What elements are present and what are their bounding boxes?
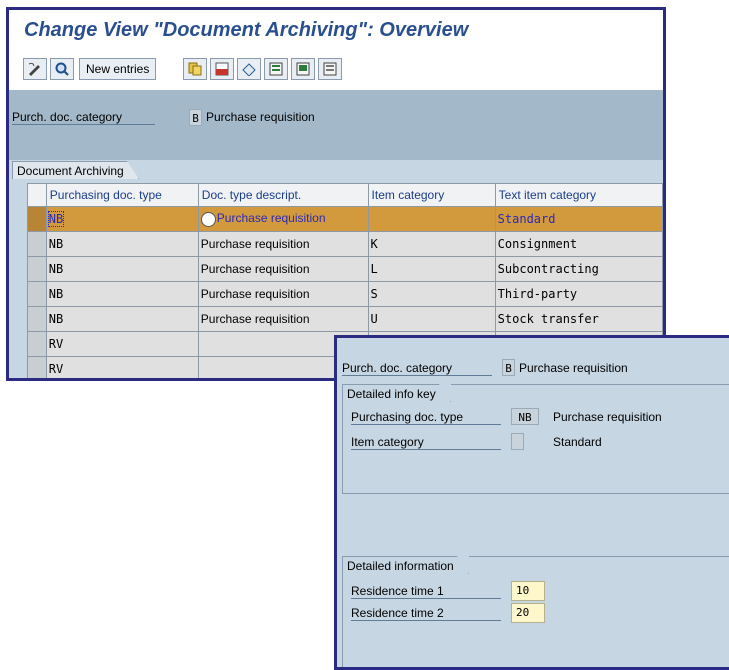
table-cell[interactable]: Standard [494,206,663,232]
category-key: B [189,109,202,126]
detail-category-text: Purchase requisition [519,361,628,375]
residence-time-1-input[interactable]: 10 [511,581,545,601]
table-cell[interactable]: Consignment [494,231,663,257]
table-row[interactable]: NB Purchase requisition S Third-party [27,281,663,307]
cursor-icon [200,211,216,227]
row-selector[interactable] [27,306,47,332]
item-category-label: Item category [351,435,501,450]
table-cell[interactable]: Purchase requisition [197,256,369,282]
overview-window: Change View "Document Archiving": Overvi… [6,7,666,381]
deselect-all-icon[interactable] [318,58,342,80]
row-selector[interactable] [27,281,47,307]
table-row[interactable]: NB Purchase requisition L Subcontracting [27,256,663,282]
table-cell[interactable]: Subcontracting [494,256,663,282]
doc-type-label: Purchasing doc. type [351,410,501,425]
undo-change-icon[interactable] [237,58,261,80]
detail-category-key: B [502,359,515,376]
category-text: Purchase requisition [206,110,315,124]
table-cell[interactable]: RV [45,331,199,357]
doc-type-text: Purchase requisition [553,410,662,424]
row-selector[interactable] [27,331,47,357]
select-all-icon[interactable] [264,58,288,80]
table-cell[interactable]: K [367,231,496,257]
detail-category-label: Purch. doc. category [342,361,492,376]
window-title: Change View "Document Archiving": Overvi… [9,10,663,50]
table-cell[interactable]: Third-party [494,281,663,307]
table-cell[interactable]: U [367,306,496,332]
detail-window: Purch. doc. category B Purchase requisit… [334,335,729,670]
table-cell[interactable]: NB [45,306,199,332]
cell-value: NB [47,211,65,227]
find-icon[interactable] [50,58,74,80]
item-category-value[interactable] [511,433,524,450]
column-header[interactable]: Purchasing doc. type [45,183,199,207]
table-cell[interactable]: Stock transfer [494,306,663,332]
detailed-info-key-group: Detailed info key Purchasing doc. type N… [342,384,729,494]
residence-time-2-label: Residence time 2 [351,606,501,621]
section-title: Document Archiving [12,161,139,179]
table-cell[interactable]: NB [45,231,199,257]
detailed-information-group: Detailed information Residence time 1 10… [342,556,729,667]
delete-icon[interactable] [210,58,234,80]
column-header[interactable]: Text item category [494,183,663,207]
cell-value: Purchase requisition [216,211,326,226]
select-block-icon[interactable] [291,58,315,80]
table-row[interactable]: NB Purchase requisition U Stock transfer [27,306,663,332]
new-entries-button[interactable]: New entries [79,58,157,80]
column-header[interactable]: Item category [367,183,496,207]
row-selector[interactable] [27,256,47,282]
category-label: Purch. doc. category [12,110,155,125]
column-header[interactable]: Doc. type descript. [197,183,369,207]
residence-time-1-label: Residence time 1 [351,584,501,599]
copy-as-icon[interactable] [183,58,207,80]
table-row[interactable]: NB Purchase requisition Standard [27,206,663,232]
row-selector[interactable] [27,356,47,378]
header-area: Purch. doc. category B Purchase requisit… [9,90,663,160]
table-cell[interactable]: NB [45,206,199,232]
table-cell[interactable]: Purchase requisition [197,281,369,307]
residence-time-2-input[interactable]: 20 [511,603,545,623]
table-cell[interactable]: RV [45,356,199,378]
table-cell[interactable]: Purchase requisition [197,206,369,232]
table-header-row: Purchasing doc. type Doc. type descript.… [27,183,663,207]
info-key-title: Detailed info key [342,384,451,402]
doc-type-value[interactable]: NB [511,408,539,425]
table-cell[interactable]: Purchase requisition [197,231,369,257]
display-change-icon[interactable] [23,58,47,80]
table-row[interactable]: NB Purchase requisition K Consignment [27,231,663,257]
info-title: Detailed information [342,556,469,574]
table-cell[interactable]: S [367,281,496,307]
table-cell[interactable]: Purchase requisition [197,306,369,332]
toolbar: New entries [9,50,663,90]
item-category-text: Standard [553,435,602,449]
table-cell[interactable]: NB [45,256,199,282]
row-selector[interactable] [27,231,47,257]
row-selector[interactable] [27,206,47,232]
table-cell[interactable]: L [367,256,496,282]
table-cell[interactable]: NB [45,281,199,307]
table-cell[interactable] [367,206,496,232]
select-all-column-button[interactable] [27,183,47,207]
